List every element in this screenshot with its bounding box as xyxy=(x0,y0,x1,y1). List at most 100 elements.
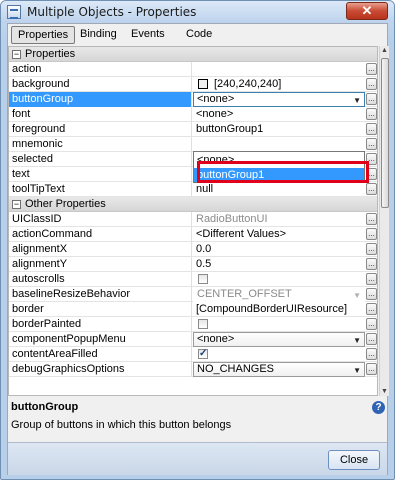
chevron-down-icon[interactable]: ▼ xyxy=(353,364,361,377)
property-sheet-scrollbar[interactable]: ▲ ▼ xyxy=(379,46,389,396)
property-name: toolTipText xyxy=(9,182,192,197)
property-row-borderPainted[interactable]: borderPainted... xyxy=(9,317,377,332)
property-editor-button[interactable]: ... xyxy=(366,123,377,135)
property-row-buttonGroup[interactable]: buttonGroup <none> ▼... xyxy=(9,92,377,107)
description-text: Group of buttons in which this button be… xyxy=(11,419,232,431)
property-editor-button[interactable]: ... xyxy=(366,108,377,120)
description-panel: buttonGroup ? Group of buttons in which … xyxy=(8,398,387,442)
property-value[interactable] xyxy=(193,317,363,332)
section-header[interactable]: − Other Properties xyxy=(9,197,377,212)
property-name: alignmentX xyxy=(9,242,192,257)
property-editor-button[interactable]: ... xyxy=(366,303,377,315)
property-value[interactable]: <Different Values> xyxy=(193,227,363,242)
property-row-font[interactable]: font <none>... xyxy=(9,107,377,122)
scrollbar-thumb[interactable] xyxy=(381,58,389,208)
property-row-actionCommand[interactable]: actionCommand <Different Values>... xyxy=(9,227,377,242)
window-close-button[interactable]: ✕ xyxy=(346,2,388,20)
property-value-combo[interactable]: <none> ▼ xyxy=(193,92,365,107)
property-row-autoscrolls[interactable]: autoscrolls... xyxy=(9,272,377,287)
buttongroup-dropdown-list: <none> buttonGroup1 xyxy=(193,151,365,183)
property-row-foreground[interactable]: foreground buttonGroup1... xyxy=(9,122,377,137)
property-editor-button[interactable]: ... xyxy=(366,228,377,240)
property-editor-button[interactable]: ... xyxy=(366,168,377,180)
property-value[interactable]: buttonGroup1 xyxy=(193,122,363,137)
property-row-action[interactable]: action... xyxy=(9,62,377,77)
property-row-baselineResizeBehavior[interactable]: baselineResizeBehavior CENTER_OFFSET ▼... xyxy=(9,287,377,302)
checkbox[interactable] xyxy=(198,319,208,329)
property-editor-button[interactable]: ... xyxy=(366,288,377,300)
property-name: UIClassID xyxy=(9,212,192,227)
property-value[interactable] xyxy=(193,347,363,362)
property-row-toolTipText[interactable]: toolTipText null... xyxy=(9,182,377,197)
property-value-combo[interactable]: CENTER_OFFSET ▼ xyxy=(193,287,365,302)
combo-value: <none> xyxy=(197,333,235,345)
checkbox[interactable] xyxy=(198,274,208,284)
title-bar[interactable]: Multiple Objects - Properties ✕ xyxy=(1,1,394,23)
help-icon[interactable]: ? xyxy=(372,401,385,414)
property-editor-button[interactable]: ... xyxy=(366,93,377,105)
property-editor-button[interactable]: ... xyxy=(366,318,377,330)
property-editor-button[interactable]: ... xyxy=(366,153,377,165)
property-editor-button[interactable]: ... xyxy=(366,348,377,360)
property-editor-button[interactable]: ... xyxy=(366,138,377,150)
property-row-mnemonic[interactable]: mnemonic... xyxy=(9,137,377,152)
section-header[interactable]: − Properties xyxy=(9,47,377,62)
property-editor-button[interactable]: ... xyxy=(366,213,377,225)
combo-value: CENTER_OFFSET xyxy=(197,288,292,300)
chevron-down-icon[interactable]: ▼ xyxy=(353,94,361,107)
checkbox[interactable] xyxy=(198,347,208,361)
content-panel: Properties Binding Events Code − Properti… xyxy=(7,23,389,475)
property-value[interactable]: [240,240,240] xyxy=(193,77,363,92)
property-name: border xyxy=(9,302,192,317)
section-title: Properties xyxy=(25,48,76,60)
scroll-down-arrow-icon[interactable]: ▼ xyxy=(381,388,388,395)
dropdown-option[interactable]: buttonGroup1 xyxy=(194,168,364,182)
property-value[interactable]: 0.0 xyxy=(193,242,363,257)
property-editor-button[interactable]: ... xyxy=(366,363,377,375)
chevron-down-icon[interactable]: ▼ xyxy=(353,289,361,302)
property-value-combo[interactable]: <none> ▼ xyxy=(193,332,365,347)
property-value[interactable]: 0.5 xyxy=(193,257,363,272)
tab-binding[interactable]: Binding xyxy=(74,26,123,44)
property-value[interactable] xyxy=(193,272,363,287)
property-row-UIClassID[interactable]: UIClassID RadioButtonUI... xyxy=(9,212,377,227)
property-value[interactable]: RadioButtonUI xyxy=(193,212,363,227)
property-sheet: − Properties action... background [240,240,2… xyxy=(8,46,378,396)
property-row-alignmentX[interactable]: alignmentX 0.0... xyxy=(9,242,377,257)
collapse-icon[interactable]: − xyxy=(12,200,21,209)
dropdown-option[interactable]: <none> xyxy=(194,153,364,167)
close-button[interactable]: Close xyxy=(328,450,380,470)
scroll-up-arrow-icon[interactable]: ▲ xyxy=(381,47,388,54)
property-editor-button[interactable]: ... xyxy=(366,273,377,285)
property-editor-button[interactable]: ... xyxy=(366,183,377,195)
property-row-background[interactable]: background [240,240,240]... xyxy=(9,77,377,92)
property-value[interactable]: null xyxy=(193,182,363,197)
property-name: buttonGroup xyxy=(9,92,192,107)
property-row-componentPopupMenu[interactable]: componentPopupMenu <none> ▼... xyxy=(9,332,377,347)
dialog-footer: Close xyxy=(8,442,387,475)
property-value[interactable]: [CompoundBorderUIResource] xyxy=(193,302,363,317)
tab-code[interactable]: Code xyxy=(180,26,218,44)
property-editor-button[interactable]: ... xyxy=(366,63,377,75)
tab-properties[interactable]: Properties xyxy=(11,26,76,44)
property-row-debugGraphicsOptions[interactable]: debugGraphicsOptions NO_CHANGES ▼... xyxy=(9,362,377,377)
property-row-border[interactable]: border [CompoundBorderUIResource]... xyxy=(9,302,377,317)
property-row-contentAreaFilled[interactable]: contentAreaFilled... xyxy=(9,347,377,362)
property-row-alignmentY[interactable]: alignmentY 0.5... xyxy=(9,257,377,272)
combo-value: <none> xyxy=(197,93,235,105)
tab-events[interactable]: Events xyxy=(125,26,171,44)
property-name: contentAreaFilled xyxy=(9,347,192,362)
property-value-combo[interactable]: NO_CHANGES ▼ xyxy=(193,362,365,377)
property-name: baselineResizeBehavior xyxy=(9,287,192,302)
section-title: Other Properties xyxy=(25,198,106,210)
property-value[interactable] xyxy=(193,62,363,77)
chevron-down-icon[interactable]: ▼ xyxy=(353,334,361,347)
property-editor-button[interactable]: ... xyxy=(366,333,377,345)
property-value[interactable]: <none> xyxy=(193,107,363,122)
property-value[interactable] xyxy=(193,137,363,152)
property-editor-button[interactable]: ... xyxy=(366,243,377,255)
property-editor-button[interactable]: ... xyxy=(366,258,377,270)
combo-value: NO_CHANGES xyxy=(197,363,275,375)
property-editor-button[interactable]: ... xyxy=(366,78,377,90)
collapse-icon[interactable]: − xyxy=(12,50,21,59)
